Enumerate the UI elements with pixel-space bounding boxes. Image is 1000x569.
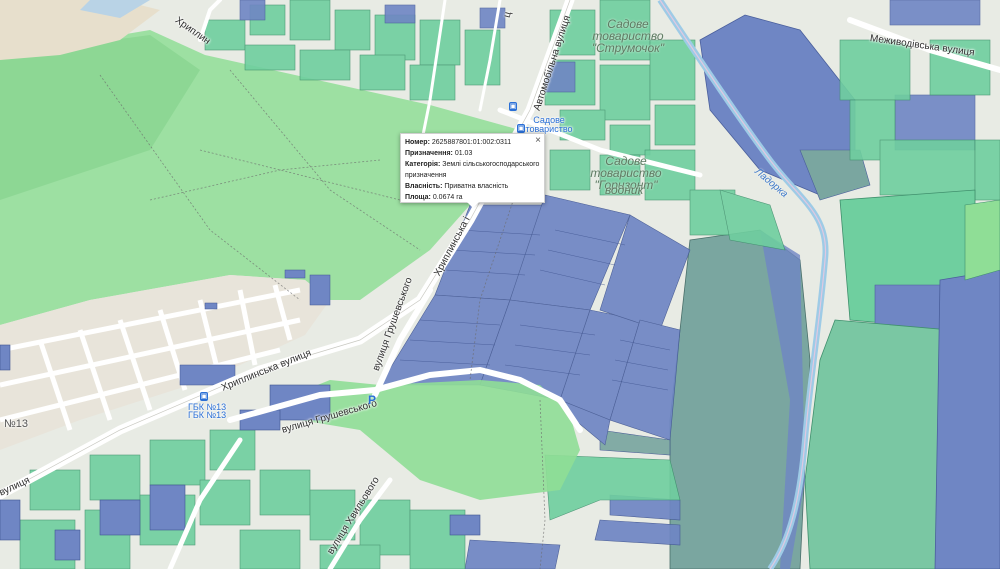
popup-row-ownership: Власність: Приватна власність (405, 181, 540, 192)
bus-stop-icon-top[interactable]: ▣ (509, 102, 517, 111)
map-canvas[interactable] (0, 0, 1000, 569)
popup-number-label: Номер: (405, 139, 430, 146)
popup-category-label: Категорія: (405, 161, 441, 168)
parking-icon[interactable]: P (368, 393, 376, 407)
popup-area-value: 0.0674 га (432, 194, 463, 201)
close-icon[interactable]: × (535, 135, 541, 147)
stop-label-2: ГБК №13 (188, 410, 227, 420)
area-label-strumochok: Садове товариство "Струмочок" (591, 17, 665, 55)
bus-stop-icon-top-2[interactable]: ▣ (517, 124, 525, 133)
popup-row-purpose: Призначення: 01.03 (405, 148, 540, 159)
cadastral-map[interactable]: Хриплинська вулиця Хриплинська і вулиця … (0, 0, 1000, 569)
popup-ownership-label: Власність: (405, 183, 443, 190)
popup-purpose-label: Призначення: (405, 150, 453, 157)
stop-label-top: Садове товариство (525, 115, 573, 134)
popup-row-category: Категорія: Землі сільськогосподарського … (405, 159, 540, 181)
popup-number-value: 2625887801:01:002:0311 (431, 139, 512, 146)
popup-area-label: Площа: (405, 194, 431, 201)
popup-purpose-value: 01.03 (454, 150, 473, 157)
popup-row-number: Номер: 2625887801:01:002:0311 (405, 137, 540, 148)
parcel-info-popup[interactable]: × Номер: 2625887801:01:002:0311 Призначе… (400, 133, 545, 208)
popup-ownership-value: Приватна власність (444, 183, 509, 190)
number-label: №13 (4, 418, 29, 430)
bus-stop-icon[interactable]: ▣ (200, 392, 208, 401)
area-label-vodnyk: водник (605, 183, 644, 197)
popup-tip (467, 202, 479, 208)
